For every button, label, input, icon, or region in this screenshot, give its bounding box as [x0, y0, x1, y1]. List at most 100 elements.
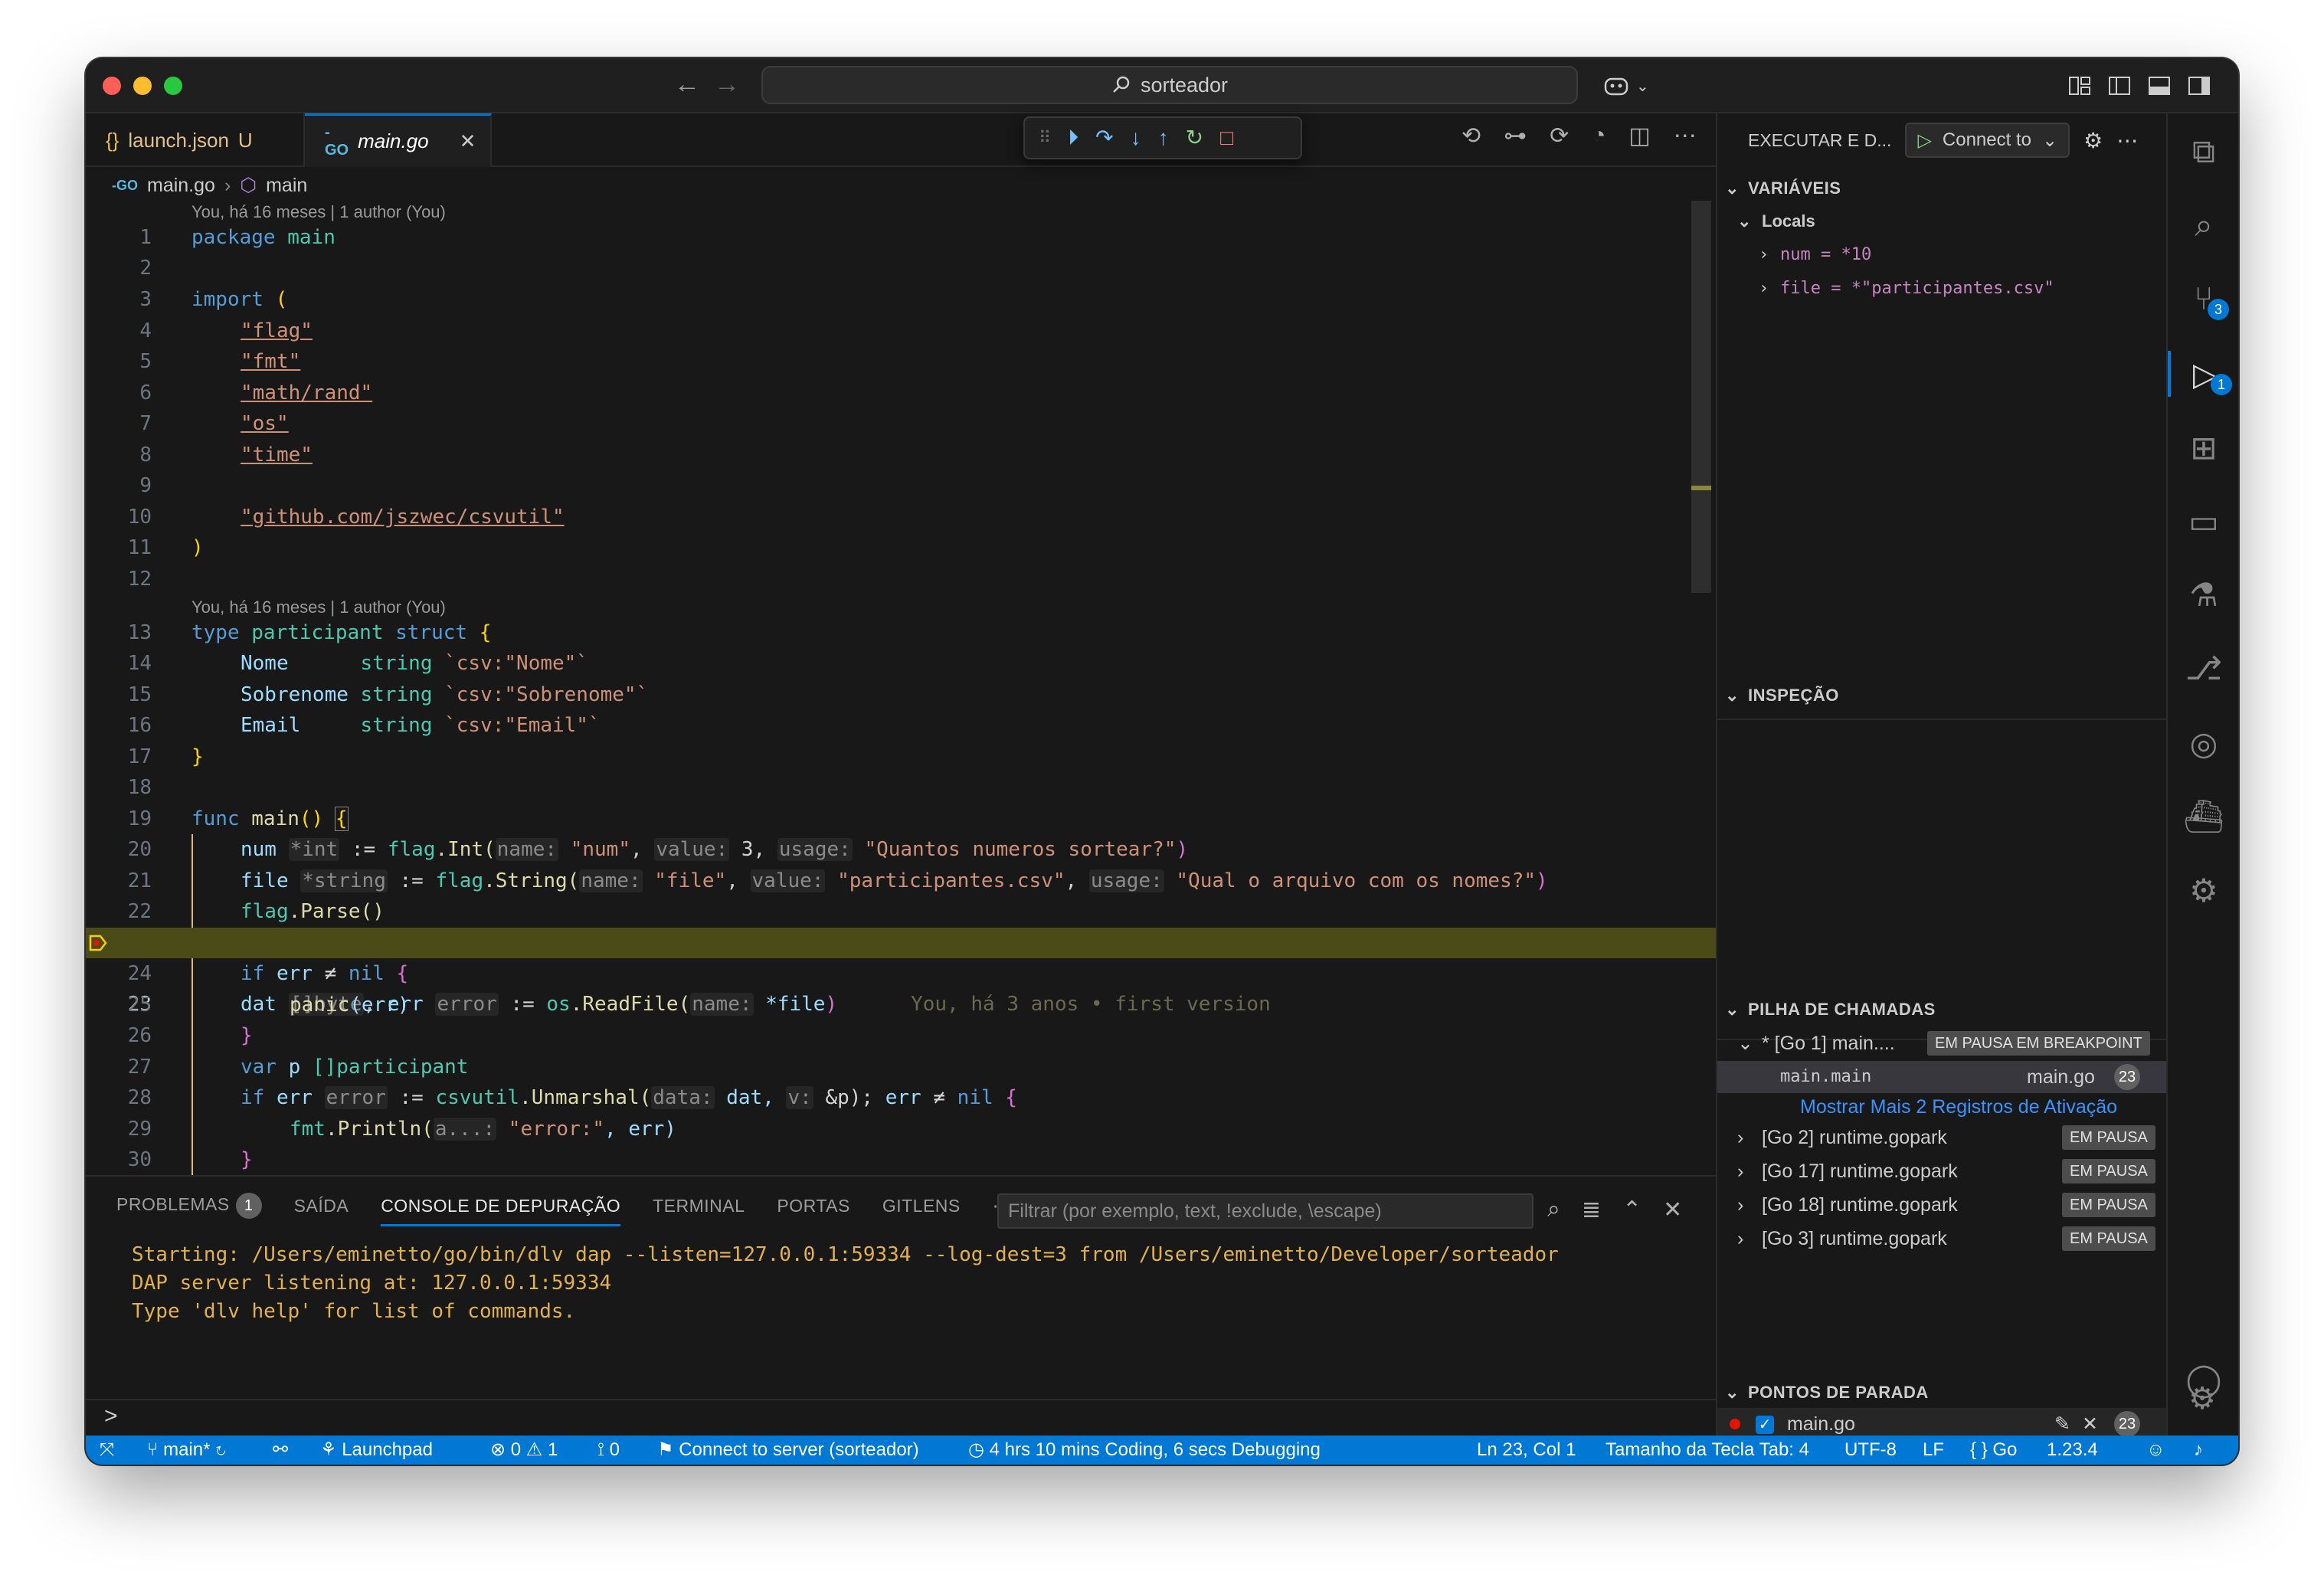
tab-output[interactable]: SAÍDA: [294, 1196, 349, 1216]
gitlens-inspect-icon[interactable]: ◎: [2168, 720, 2238, 766]
thread-row[interactable]: › [Go 3] runtime.gopark EM PAUSA: [1717, 1223, 2168, 1255]
go-version[interactable]: 1.23.4: [2047, 1436, 2098, 1465]
more-actions-icon[interactable]: ⋯: [1674, 123, 1697, 149]
minimize-window-button[interactable]: [133, 77, 152, 95]
wakatime-status[interactable]: ◷ 4 hrs 10 mins Coding, 6 secs Debugging: [968, 1436, 1321, 1465]
zoom-window-button[interactable]: [164, 77, 182, 95]
tab-terminal[interactable]: TERMINAL: [653, 1196, 745, 1216]
toggle-primary-sidebar-icon[interactable]: [2108, 76, 2131, 96]
run-debug-icon[interactable]: ▷ 1: [2168, 351, 2238, 397]
start-debugging-icon[interactable]: ▷: [1917, 129, 1931, 152]
ports-status[interactable]: ⟟ 0: [597, 1436, 620, 1465]
testing-flask-icon[interactable]: ⚗: [2168, 571, 2238, 617]
breakpoint-checkbox[interactable]: ✓: [1756, 1416, 1774, 1435]
tab-problems[interactable]: PROBLEMAS 1: [116, 1193, 262, 1219]
forward-arrow-icon[interactable]: →: [714, 69, 740, 100]
code-token[interactable]: "os": [241, 412, 289, 435]
command-center-search[interactable]: sorteador: [761, 66, 1578, 104]
breakpoint-stopped-icon[interactable]: [89, 935, 107, 951]
launch-config-select[interactable]: ▷ Connect to ⌄: [1905, 123, 2070, 158]
thread-row[interactable]: › [Go 2] runtime.gopark EM PAUSA: [1717, 1121, 2168, 1154]
code-token[interactable]: "math/rand": [241, 381, 372, 404]
tab-gitlens[interactable]: GITLENS: [882, 1196, 961, 1216]
variable-row[interactable]: › file = *"participantes.csv": [1717, 273, 2168, 305]
code-editor[interactable]: You, há 16 meses | 1 author (You) 1 packa…: [86, 201, 1716, 1233]
explorer-icon[interactable]: ⧉: [2168, 129, 2238, 175]
restart-icon[interactable]: ↻: [1186, 126, 1203, 149]
drag-handle-icon[interactable]: ⠿: [1039, 126, 1051, 149]
maximize-panel-icon[interactable]: ⌃: [1622, 1197, 1642, 1223]
sync-icon[interactable]: ⚯: [273, 1436, 288, 1465]
stack-frame-row[interactable]: main.main main.go 23: [1717, 1061, 2168, 1093]
locals-scope[interactable]: ⌄ Locals: [1717, 205, 2168, 237]
codelens-blame[interactable]: You, há 16 meses | 1 author (You): [191, 201, 446, 224]
stop-icon[interactable]: □: [1220, 126, 1233, 149]
extensions-icon[interactable]: ⊞: [2168, 424, 2238, 470]
timeline-icon[interactable]: ◔: [1592, 123, 1606, 149]
docker-icon[interactable]: ⛴: [2168, 794, 2238, 840]
debug-target-status[interactable]: ⚑ Connect to server (sorteador): [657, 1436, 919, 1465]
toggle-panel-icon[interactable]: [2148, 76, 2171, 96]
indentation-status[interactable]: Tamanho da Tecla Tab: 4: [1606, 1436, 1809, 1465]
problems-status[interactable]: ⊗ 0 ⚠ 1: [490, 1436, 558, 1465]
breakpoints-section-header[interactable]: ⌄ PONTOS DE PARADA: [1717, 1377, 2168, 1408]
console-filter-input[interactable]: Filtrar (por exemplo, text, !exclude, \e…: [997, 1193, 1534, 1229]
watch-section-header[interactable]: ⌄ INSPEÇÃO: [1717, 680, 2168, 711]
language-mode[interactable]: { } Go: [1970, 1436, 2017, 1465]
go-back-change-icon[interactable]: ⟲: [1462, 123, 1481, 149]
toggle-secondary-sidebar-icon[interactable]: [2188, 76, 2211, 96]
tab-ports[interactable]: PORTAS: [777, 1196, 849, 1216]
split-editor-icon[interactable]: ◫: [1628, 123, 1650, 149]
variables-section-header[interactable]: ⌄ VARIÁVEIS: [1717, 173, 2168, 204]
code-token[interactable]: "time": [241, 444, 313, 467]
source-control-icon[interactable]: ⑂ 3: [2168, 276, 2238, 322]
go-forward-change-icon[interactable]: ⟳: [1550, 123, 1569, 149]
close-panel-icon[interactable]: ✕: [1663, 1197, 1682, 1223]
thread-row[interactable]: › [Go 17] runtime.gopark EM PAUSA: [1717, 1155, 2168, 1187]
tab-debug-console[interactable]: CONSOLE DE DEPURAÇÃO: [381, 1186, 621, 1226]
step-out-icon[interactable]: ↑: [1158, 126, 1169, 149]
step-into-icon[interactable]: ↓: [1131, 126, 1141, 149]
copilot-menu[interactable]: ⌄: [1602, 69, 1649, 103]
remote-indicator-icon[interactable]: ⤧: [100, 1436, 114, 1465]
continue-icon[interactable]: ⏵: [1068, 126, 1079, 149]
search-icon[interactable]: ⌕: [1547, 1197, 1560, 1223]
editor-scrollbar[interactable]: [1691, 201, 1711, 593]
search-icon[interactable]: ⌕: [2168, 202, 2238, 248]
more-actions-icon[interactable]: ⋯: [2116, 128, 2138, 153]
encoding-status[interactable]: UTF-8: [1844, 1436, 1897, 1465]
code-token[interactable]: "fmt": [241, 350, 300, 373]
step-over-icon[interactable]: ↷: [1095, 126, 1113, 149]
show-more-frames-link[interactable]: Mostrar Mais 2 Registros de Ativação: [1717, 1091, 2168, 1123]
breadcrumb-file[interactable]: main.go: [147, 175, 215, 197]
open-changes-icon[interactable]: ⊶: [1504, 123, 1527, 149]
close-window-button[interactable]: [103, 77, 121, 95]
gear-icon[interactable]: ⚙: [2083, 128, 2103, 153]
notifications-bell-icon[interactable]: ♪: [2194, 1436, 2203, 1465]
variable-row[interactable]: › num = *10: [1717, 239, 2168, 271]
back-arrow-icon[interactable]: ←: [674, 69, 700, 100]
customize-layout-icon[interactable]: [2068, 76, 2091, 96]
thread-row[interactable]: ⌄ * [Go 1] main.... EM PAUSA EM BREAKPOINT: [1717, 1027, 2168, 1059]
gitlens-icon[interactable]: ⎇: [2168, 645, 2238, 691]
remote-explorer-icon[interactable]: ▭: [2168, 498, 2238, 544]
cursor-position[interactable]: Ln 23, Col 1: [1477, 1436, 1576, 1465]
tab-launch-json[interactable]: {} launch.json U: [86, 113, 305, 167]
call-stack-section-header[interactable]: ⌄ PILHA DE CHAMADAS: [1717, 994, 2168, 1025]
breadcrumb-symbol[interactable]: main: [266, 175, 307, 197]
thread-row[interactable]: › [Go 18] runtime.gopark EM PAUSA: [1717, 1189, 2168, 1221]
settings-gear-icon[interactable]: ⚙: [2166, 1376, 2238, 1422]
clear-console-icon[interactable]: ≣: [1582, 1197, 1601, 1223]
code-token[interactable]: "github.com/jszwec/csvutil": [241, 506, 565, 529]
copilot-status-icon[interactable]: ☺: [2146, 1436, 2165, 1465]
code-token: .Unmarshal(: [519, 1086, 652, 1109]
containers-icon[interactable]: ⚙: [2168, 867, 2238, 913]
codelens-blame[interactable]: You, há 16 meses | 1 author (You): [191, 596, 446, 619]
branch-status[interactable]: ⑂ main* ↻: [147, 1436, 227, 1465]
launchpad-status[interactable]: ⚘ Launchpad: [320, 1436, 433, 1465]
console-prompt[interactable]: >: [104, 1403, 118, 1429]
close-tab-icon[interactable]: ✕: [460, 129, 476, 153]
code-token[interactable]: "flag": [241, 319, 313, 342]
tab-main-go[interactable]: -GO main.go ✕: [305, 113, 492, 167]
eol-status[interactable]: LF: [1923, 1436, 1944, 1465]
